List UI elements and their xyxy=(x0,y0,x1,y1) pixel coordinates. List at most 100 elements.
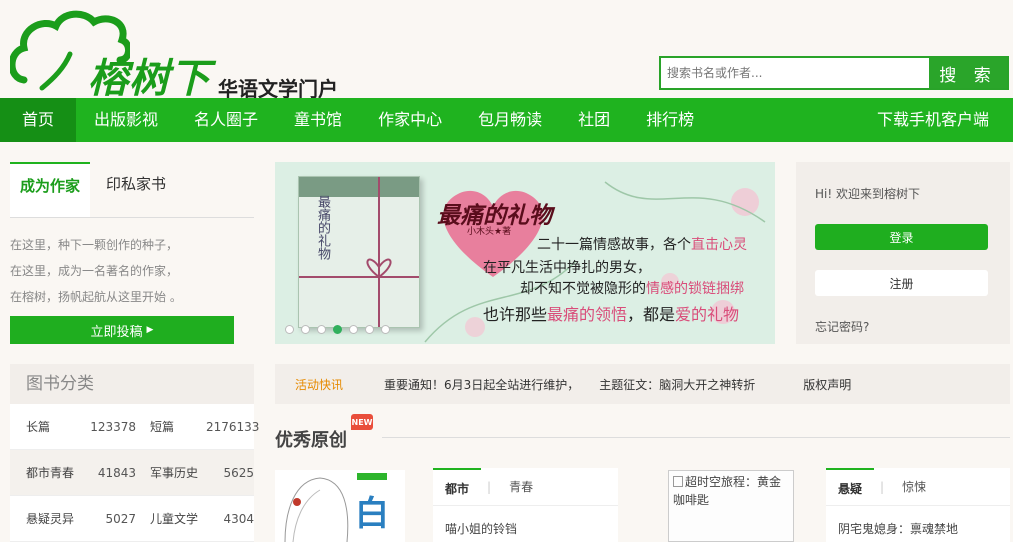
tab-separator: | xyxy=(487,479,492,494)
carousel-dot[interactable] xyxy=(365,325,374,334)
category-row: 悬疑灵异 5027 儿童文学 4304 xyxy=(10,496,254,542)
carousel-dot[interactable] xyxy=(301,325,310,334)
carousel-dot[interactable] xyxy=(285,325,294,334)
banner-line: 二十一篇情感故事，各个直击心灵 xyxy=(537,234,747,254)
tab-private-print[interactable]: 印私家书 xyxy=(96,162,176,217)
tab-become-author[interactable]: 成为作家 xyxy=(10,162,91,217)
nav-item-author-center[interactable]: 作家中心 xyxy=(360,98,460,142)
genre-card-urban: 都市 | 青春 喵小姐的铃铛 xyxy=(433,467,618,542)
broken-image-icon xyxy=(673,476,683,487)
category-table: 长篇 123378 短篇 2176133 都市青春 41843 军事历史 562… xyxy=(10,404,260,542)
carousel-dots xyxy=(285,325,390,334)
banner-line-text: ，都是 xyxy=(627,305,676,324)
nav-item-download-app[interactable]: 下载手机客户端 xyxy=(859,98,1013,142)
carousel-dot[interactable] xyxy=(317,325,326,334)
category-link[interactable]: 悬疑灵异 xyxy=(10,510,80,527)
author-intro: 在这里，种下一颗创作的种子， 在这里，成为一名著名的作家， 在榕树，扬帆起航从这… xyxy=(10,232,182,310)
category-count: 5625 xyxy=(223,465,254,480)
logo-name: 榕树下 xyxy=(88,55,211,102)
caret-right-icon: ▶ xyxy=(146,325,154,335)
banner-line: 在平凡生活中挣扎的男女， xyxy=(483,257,651,277)
forgot-password-link[interactable]: 忘记密码? xyxy=(815,318,869,335)
nav-item-monthly[interactable]: 包月畅读 xyxy=(460,98,560,142)
main-nav: 首页 出版影视 名人圈子 童书馆 作家中心 包月畅读 社团 排行榜 下载手机客户… xyxy=(0,98,1013,142)
featured-book-cover[interactable]: 白 xyxy=(275,470,405,542)
book-link[interactable]: 阴宅鬼媳身：禀魂禁地 xyxy=(826,506,1010,537)
category-title: 图书分类 xyxy=(10,364,254,404)
tab-urban[interactable]: 都市 xyxy=(433,467,482,506)
search-button[interactable]: 搜 索 xyxy=(929,58,1007,88)
category-count: 4304 xyxy=(223,511,254,526)
banner-line-text: 二十一篇情感故事，各个 xyxy=(537,237,691,253)
illustration-icon xyxy=(284,477,349,542)
broken-book-image[interactable]: 超时空旅程：黄金咖啡匙 xyxy=(668,470,794,542)
intro-line: 在这里，成为一名著名的作家， xyxy=(10,264,179,278)
nav-item-community[interactable]: 社团 xyxy=(560,98,628,142)
carousel-dot-active[interactable] xyxy=(333,325,342,334)
banner-line-text: 也许那些 xyxy=(483,305,548,324)
news-bar: 活动快讯 重要通知！6月3日起全站进行维护， 主题征文：脑洞大开之神转折 版权声… xyxy=(275,364,1010,404)
genre-card-mystery: 悬疑 | 惊悚 阴宅鬼媳身：禀魂禁地 xyxy=(826,467,1010,542)
site-logo[interactable]: 榕树下 华语文学门户 xyxy=(10,8,340,102)
search-box: 搜 索 xyxy=(659,56,1009,90)
nav-item-home[interactable]: 首页 xyxy=(0,98,77,142)
news-item[interactable]: 重要通知！6月3日起全站进行维护， xyxy=(384,376,579,393)
submit-manuscript-button[interactable]: 立即投稿 ▶ xyxy=(10,316,234,344)
tab-thriller[interactable]: 惊悚 xyxy=(890,468,938,506)
category-link[interactable]: 军事历史 xyxy=(136,464,206,481)
category-link[interactable]: 短篇 xyxy=(136,418,206,435)
cover-band xyxy=(357,473,387,480)
submit-label: 立即投稿 xyxy=(90,324,143,340)
nav-item-celebrity[interactable]: 名人圈子 xyxy=(176,98,276,142)
image-alt-text: 超时空旅程：黄金咖啡匙 xyxy=(673,475,782,507)
category-count: 123378 xyxy=(90,419,136,434)
banner-author: 小木头★著 xyxy=(467,227,512,237)
genre-tabs: 悬疑 | 惊悚 xyxy=(826,467,1010,506)
news-item[interactable]: 版权声明 xyxy=(803,376,851,393)
site-header: 榕树下 华语文学门户 搜 索 xyxy=(0,0,1013,102)
divider xyxy=(382,437,1010,438)
section-title: 优秀原创 xyxy=(275,430,347,451)
login-button[interactable]: 登录 xyxy=(815,224,988,250)
tab-mystery[interactable]: 悬疑 xyxy=(826,467,875,506)
banner-highlight: 情感的锁链捆绑 xyxy=(646,281,744,297)
login-panel: Hi! 欢迎来到榕树下 登录 注册 忘记密码? xyxy=(796,162,1010,344)
author-tabs: 成为作家 印私家书 xyxy=(10,162,254,218)
tab-separator: | xyxy=(880,479,885,494)
genre-tabs: 都市 | 青春 xyxy=(433,467,618,506)
category-row: 都市青春 41843 军事历史 5625 xyxy=(10,450,254,496)
banner-highlight: 直击心灵 xyxy=(691,237,747,253)
banner-line: 却不知不觉被隐形的情感的锁链捆绑 xyxy=(520,278,744,298)
tab-youth[interactable]: 青春 xyxy=(497,468,545,506)
news-label: 活动快讯 xyxy=(295,377,344,392)
banner-highlight: 爱的礼物 xyxy=(675,305,740,324)
nav-item-children[interactable]: 童书馆 xyxy=(276,98,360,142)
category-count: 5027 xyxy=(105,511,136,526)
banner-line-text: 在平凡生活中挣扎的男女， xyxy=(483,260,651,276)
category-count: 2176133 xyxy=(206,419,260,434)
category-row: 长篇 123378 短篇 2176133 xyxy=(10,404,260,450)
nav-item-publishing[interactable]: 出版影视 xyxy=(76,98,176,142)
register-button[interactable]: 注册 xyxy=(815,270,988,296)
cover-title-char: 白 xyxy=(355,494,389,534)
category-link[interactable]: 长篇 xyxy=(10,418,80,435)
nav-item-ranking[interactable]: 排行榜 xyxy=(628,98,712,142)
new-badge: NEW xyxy=(351,414,373,430)
banner-line: 也许那些最痛的领悟，都是爱的礼物 xyxy=(483,301,739,325)
welcome-text: Hi! 欢迎来到榕树下 xyxy=(815,187,920,201)
search-input[interactable] xyxy=(661,58,929,88)
banner-highlight: 最痛的领悟 xyxy=(547,305,628,324)
category-count: 41843 xyxy=(97,465,136,480)
intro-line: 在榕树，扬帆起航从这里开始 。 xyxy=(10,290,182,304)
carousel-dot[interactable] xyxy=(381,325,390,334)
category-link[interactable]: 都市青春 xyxy=(10,464,80,481)
banner-line-text: 却不知不觉被隐形的 xyxy=(520,281,646,297)
book-link[interactable]: 喵小姐的铃铛 xyxy=(433,506,618,537)
intro-line: 在这里，种下一颗创作的种子， xyxy=(10,238,179,252)
book-cover-title: 最痛的礼物 xyxy=(315,195,330,260)
news-item[interactable]: 主题征文：脑洞大开之神转折 xyxy=(599,376,755,393)
promo-banner[interactable]: 最痛的礼物 最痛的礼物 小木头★著 二十一篇情感故事，各个直击心灵 在平凡生活中… xyxy=(275,162,775,344)
category-link[interactable]: 儿童文学 xyxy=(136,510,206,527)
book-cover: 最痛的礼物 xyxy=(298,176,420,328)
carousel-dot[interactable] xyxy=(349,325,358,334)
